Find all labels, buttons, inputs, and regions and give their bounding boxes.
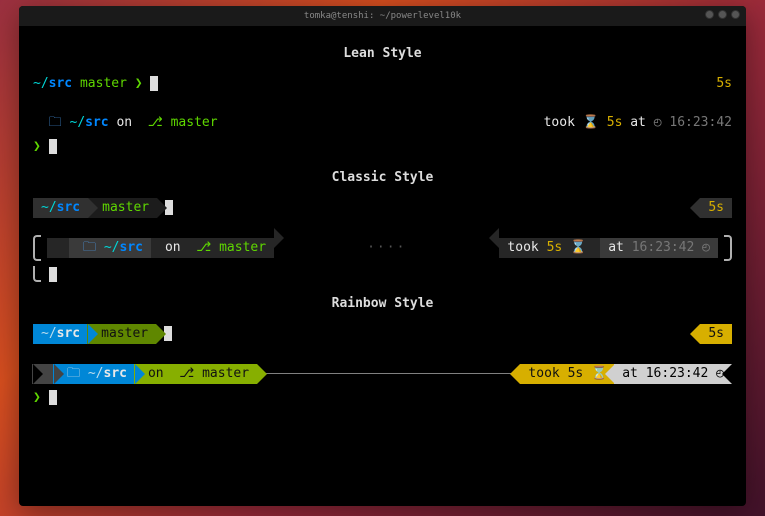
took-label: took <box>544 113 583 133</box>
seg-took: took 5s ⌛ <box>499 238 600 258</box>
git-branch: master <box>171 113 218 133</box>
seg-branch: master <box>88 198 157 218</box>
section-heading-lean: Lean Style <box>33 44 732 64</box>
path-tilde: ~/ <box>70 113 86 133</box>
git-branch: master <box>80 74 127 94</box>
seg-path: ~/src <box>33 324 88 344</box>
cursor-icon <box>49 390 57 405</box>
cursor-icon <box>49 267 57 282</box>
seg-duration: 5s <box>700 324 732 344</box>
prompt-symbol: ❯ <box>33 137 41 157</box>
seg-time: at 16:23:42 ◴ <box>614 364 732 384</box>
rainbow-twoline-top: 🗀 ~/src on master took 5s ⌛ at 16:23:42 … <box>33 364 732 384</box>
seg-branch: on master <box>134 364 257 384</box>
window-minimize-icon[interactable] <box>705 10 714 19</box>
rainbow-oneline-prompt: ~/src master 5s <box>33 324 732 344</box>
path-dir: src <box>49 74 72 94</box>
seg-branch: on master <box>151 238 274 258</box>
cursor-icon <box>150 76 158 91</box>
prompt-symbol: ❯ <box>33 388 41 408</box>
classic-twoline-bottom <box>33 265 732 285</box>
git-on: on <box>116 113 139 133</box>
section-heading-classic: Classic Style <box>33 168 732 188</box>
lean-oneline-prompt: ~/src master ❯ 5s <box>33 74 732 94</box>
seg-path: ~/src <box>33 198 88 218</box>
seg-path: 🗀 ~/src <box>53 364 135 384</box>
hourglass-icon: ⌛ <box>583 113 599 133</box>
seg-duration: 5s <box>700 198 732 218</box>
terminal-window: tomka@tenshi: ~/powerlevel10k Lean Style… <box>19 6 746 506</box>
window-title: tomka@tenshi: ~/powerlevel10k <box>304 11 461 21</box>
window-close-icon[interactable] <box>731 10 740 19</box>
classic-twoline-top: 🗀 ~/src on master ···· took 5s ⌛ at 16:2… <box>33 238 732 261</box>
seg-os <box>47 238 69 258</box>
path-tilde: ~/ <box>33 74 49 94</box>
clock-icon: ◴ <box>654 113 662 133</box>
folder-icon: 🗀 <box>49 113 62 133</box>
filler-dots: ···· <box>274 238 499 261</box>
right-bracket-icon <box>724 235 732 261</box>
cursor-icon <box>49 139 57 154</box>
window-buttons <box>705 10 740 19</box>
left-bracket-icon <box>33 235 41 261</box>
branch-icon <box>148 113 163 133</box>
rainbow-twoline-bottom: ❯ <box>33 388 732 408</box>
seg-took: took 5s ⌛ <box>520 364 615 384</box>
filler-line <box>257 373 520 374</box>
lean-twoline-top: 🗀 ~/src on master took ⌛ 5s at ◴ 16:23:4… <box>33 113 732 133</box>
lean-twoline-bottom: ❯ <box>33 137 732 157</box>
seg-path: 🗀 ~/src <box>69 238 151 258</box>
section-heading-rainbow: Rainbow Style <box>33 294 732 314</box>
prompt-symbol: ❯ <box>135 74 143 94</box>
seg-time: at 16:23:42 ◴ <box>600 238 718 258</box>
right-duration: 5s <box>716 74 732 94</box>
path-dir: src <box>85 113 108 133</box>
duration: 5s <box>607 113 623 133</box>
window-maximize-icon[interactable] <box>718 10 727 19</box>
time: 16:23:42 <box>669 113 732 133</box>
terminal-body[interactable]: Lean Style ~/src master ❯ 5s 🗀 ~/src on <box>19 26 746 506</box>
left-bracket-lower-icon <box>33 266 41 282</box>
at-label: at <box>630 113 653 133</box>
window-titlebar[interactable]: tomka@tenshi: ~/powerlevel10k <box>19 6 746 26</box>
classic-oneline-prompt: ~/src master 5s <box>33 198 732 218</box>
